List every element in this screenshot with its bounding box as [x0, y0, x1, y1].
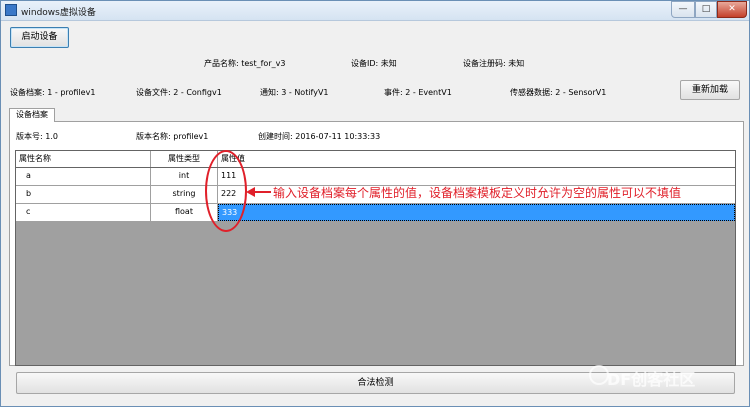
version-name-info: 版本名称: profilev1 — [136, 132, 209, 141]
version-name-value: profilev1 — [173, 132, 209, 141]
watermark-text: DF创客社区 — [607, 370, 696, 389]
device-reg-value: 未知 — [508, 59, 525, 68]
product-name-label: 产品名称: test_for_v3 — [204, 59, 286, 68]
app-window: windows虚拟设备 — □ ✕ 启动设备 产品名称: test_for_v3… — [0, 0, 750, 407]
annotation-text: 输入设备档案每个属性的值，设备档案模板定义时允许为空的属性可以不填值 — [273, 186, 682, 200]
tab-device-profile[interactable]: 设备档案 — [9, 108, 55, 122]
property-value-cell[interactable]: 111 — [218, 168, 735, 185]
grid-header: 属性名称 属性类型 属性值 — [16, 151, 735, 168]
property-name-cell: c — [16, 204, 151, 221]
column-header-name[interactable]: 属性名称 — [16, 151, 151, 167]
created-time-info: 创建时间: 2016-07-11 10:33:33 — [258, 132, 381, 141]
watermark-logo-icon — [589, 365, 609, 385]
column-header-value[interactable]: 属性值 — [218, 151, 735, 167]
version-info: 版本号: 1.0 — [16, 132, 58, 141]
config-item-profile: 设备档案: 1 - profilev1 — [10, 88, 96, 97]
config-item-notify: 通知: 3 - NotifyV1 — [260, 88, 329, 97]
annotation-arrow-line — [253, 191, 271, 193]
device-id-label: 设备ID: 未知 — [351, 59, 397, 68]
property-name-cell: a — [16, 168, 151, 185]
config-item-sensor: 传感器数据: 2 - SensorV1 — [510, 88, 607, 97]
annotation-ellipse — [205, 150, 247, 232]
title-bar: windows虚拟设备 — □ ✕ — [1, 1, 749, 21]
minimize-button[interactable]: — — [671, 1, 695, 18]
table-row[interactable]: c float 333 — [16, 204, 735, 222]
start-device-button[interactable]: 启动设备 — [10, 27, 69, 48]
config-item-file: 设备文件: 2 - Configv1 — [136, 88, 222, 97]
app-icon — [5, 4, 17, 16]
device-id-value: 未知 — [380, 59, 397, 68]
column-header-type[interactable]: 属性类型 — [151, 151, 218, 167]
property-value-cell-selected[interactable]: 333 — [218, 204, 735, 221]
maximize-button[interactable]: □ — [695, 1, 717, 18]
device-reg-label: 设备注册码: 未知 — [463, 59, 525, 68]
property-name-cell: b — [16, 186, 151, 203]
version-value: 1.0 — [45, 132, 58, 141]
product-name-value: test_for_v3 — [241, 59, 286, 68]
close-button[interactable]: ✕ — [717, 1, 747, 18]
created-time-value: 2016-07-11 10:33:33 — [295, 132, 381, 141]
reload-button[interactable]: 重新加载 — [680, 80, 740, 100]
window-title: windows虚拟设备 — [21, 8, 96, 18]
property-grid[interactable]: 属性名称 属性类型 属性值 a int 111 b string 222 c f… — [15, 150, 736, 366]
config-item-event: 事件: 2 - EventV1 — [384, 88, 452, 97]
